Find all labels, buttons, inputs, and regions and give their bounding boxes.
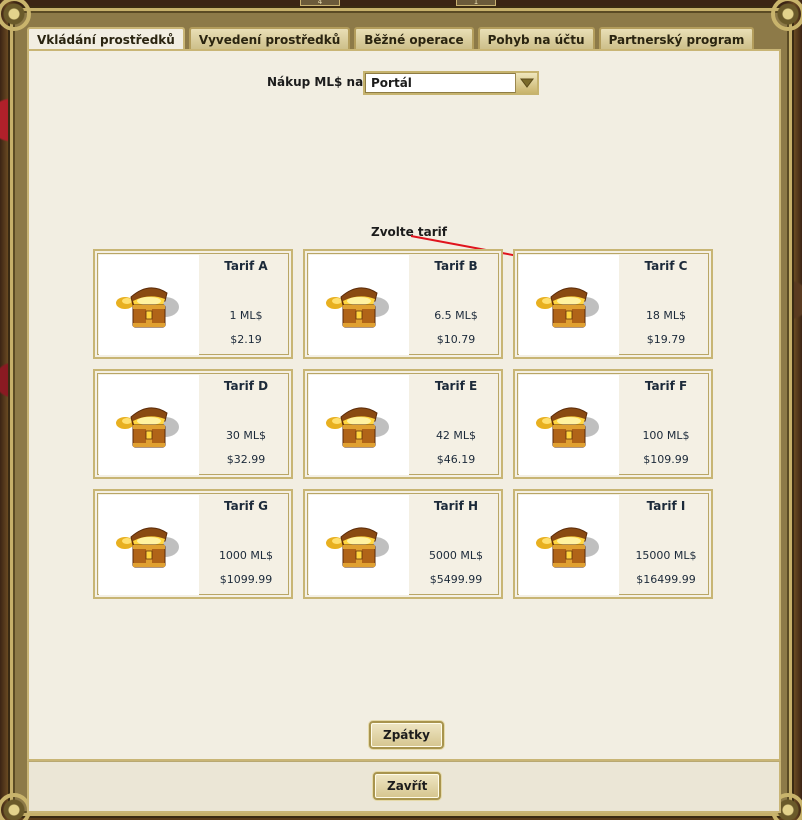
tariff-amount: 5000 ML$ bbox=[428, 549, 484, 562]
tariff-image bbox=[519, 495, 619, 595]
tariff-price: $16499.99 bbox=[636, 573, 696, 586]
tariff-amount: 1 ML$ bbox=[229, 309, 263, 322]
treasure-chest-icon bbox=[116, 407, 179, 448]
tariff-image bbox=[309, 255, 409, 355]
tariff-amount: 6.5 ML$ bbox=[434, 309, 478, 322]
tariff-name: Tarif I bbox=[646, 499, 686, 513]
tariff-price: $19.79 bbox=[646, 333, 686, 346]
purchase-target-value: Portál bbox=[371, 76, 412, 90]
tariff-amount: 18 ML$ bbox=[645, 309, 687, 322]
tariff-card-i[interactable]: Tarif I 15000 ML$ $16499.99 bbox=[513, 489, 713, 599]
tariff-amount: 100 ML$ bbox=[642, 429, 690, 442]
tariff-card-a[interactable]: Tarif A 1 ML$ $2.19 bbox=[93, 249, 293, 359]
dropdown-button[interactable] bbox=[515, 73, 537, 93]
tab-operations[interactable]: Běžné operace bbox=[354, 27, 474, 49]
tariff-name: Tarif H bbox=[433, 499, 479, 513]
treasure-chest-icon bbox=[536, 287, 599, 328]
tab-bar: Vkládání prostředků Vyvedení prostředků … bbox=[27, 27, 755, 51]
tariff-image bbox=[99, 255, 199, 355]
tariff-price: $5499.99 bbox=[429, 573, 483, 586]
tariff-card-d[interactable]: Tarif D 30 ML$ $32.99 bbox=[93, 369, 293, 479]
corner-ornament bbox=[771, 0, 802, 31]
tariff-price: $1099.99 bbox=[219, 573, 273, 586]
tariff-card-h[interactable]: Tarif H 5000 ML$ $5499.99 bbox=[303, 489, 503, 599]
tariff-name: Tarif D bbox=[223, 379, 269, 393]
tab-content: Nákup ML$ na: Portál Zvolte tarif Tarif … bbox=[27, 49, 781, 761]
wallet-window: Vkládání prostředků Vyvedení prostředků … bbox=[0, 0, 802, 820]
tariff-amount: 15000 ML$ bbox=[635, 549, 697, 562]
treasure-chest-icon bbox=[536, 527, 599, 568]
tariff-price: $109.99 bbox=[643, 453, 689, 466]
tariff-price: $2.19 bbox=[230, 333, 262, 346]
tariff-card-c[interactable]: Tarif C 18 ML$ $19.79 bbox=[513, 249, 713, 359]
purchase-label: Nákup ML$ na: bbox=[267, 75, 368, 89]
tab-account-history[interactable]: Pohyb na účtu bbox=[477, 27, 595, 49]
treasure-chest-icon bbox=[326, 407, 389, 448]
tariff-name: Tarif B bbox=[434, 259, 478, 273]
tariff-name: Tarif F bbox=[644, 379, 688, 393]
tariff-name: Tarif G bbox=[223, 499, 268, 513]
top-marker-right: 1 bbox=[456, 0, 496, 6]
tab-withdraw[interactable]: Vyvedení prostředků bbox=[188, 27, 351, 49]
tab-partner-program[interactable]: Partnerský program bbox=[598, 27, 755, 49]
tariff-name: Tarif C bbox=[644, 259, 688, 273]
purchase-target-select[interactable]: Portál bbox=[363, 71, 539, 95]
tariff-amount: 30 ML$ bbox=[225, 429, 267, 442]
tariff-image bbox=[309, 375, 409, 475]
treasure-chest-icon bbox=[326, 287, 389, 328]
treasure-chest-icon bbox=[116, 287, 179, 328]
tariff-image bbox=[309, 495, 409, 595]
tariff-name: Tarif A bbox=[224, 259, 268, 273]
treasure-chest-icon bbox=[326, 527, 389, 568]
choose-tariff-label: Zvolte tarif bbox=[371, 225, 448, 239]
back-button[interactable]: Zpátky bbox=[369, 721, 444, 749]
tariff-name: Tarif E bbox=[434, 379, 478, 393]
chevron-down-icon bbox=[520, 78, 534, 88]
tariff-amount: 1000 ML$ bbox=[218, 549, 274, 562]
tariff-amount: 42 ML$ bbox=[435, 429, 477, 442]
tariff-grid: Tarif A 1 ML$ $2.19 Tarif B 6.5 ML$ $10.… bbox=[93, 249, 713, 599]
tariff-price: $46.19 bbox=[436, 453, 476, 466]
top-marker-left: 4 bbox=[300, 0, 340, 6]
treasure-chest-icon bbox=[116, 527, 179, 568]
tab-deposit[interactable]: Vkládání prostředků bbox=[27, 27, 185, 51]
tariff-image bbox=[99, 375, 199, 475]
tariff-price: $32.99 bbox=[226, 453, 266, 466]
close-button[interactable]: Zavřít bbox=[373, 772, 442, 800]
tariff-card-b[interactable]: Tarif B 6.5 ML$ $10.79 bbox=[303, 249, 503, 359]
tariff-image bbox=[519, 375, 619, 475]
tariff-card-g[interactable]: Tarif G 1000 ML$ $1099.99 bbox=[93, 489, 293, 599]
tariff-image bbox=[99, 495, 199, 595]
tariff-card-f[interactable]: Tarif F 100 ML$ $109.99 bbox=[513, 369, 713, 479]
tariff-price: $10.79 bbox=[436, 333, 476, 346]
tariff-image bbox=[519, 255, 619, 355]
tariff-card-e[interactable]: Tarif E 42 ML$ $46.19 bbox=[303, 369, 503, 479]
treasure-chest-icon bbox=[536, 407, 599, 448]
window-footer: Zavřít bbox=[27, 761, 781, 813]
